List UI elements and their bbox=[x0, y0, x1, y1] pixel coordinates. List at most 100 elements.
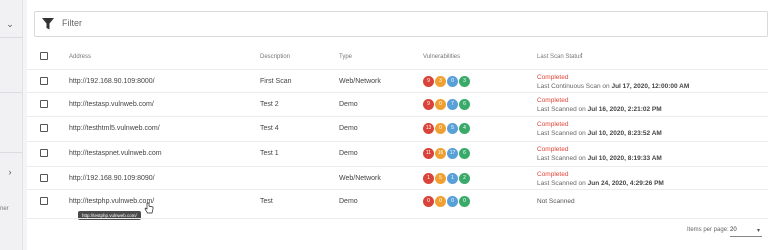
column-address[interactable]: Address bbox=[69, 54, 91, 60]
filter-bar[interactable]: Filter bbox=[34, 11, 768, 37]
table-row[interactable]: http://testhtml5.vulnweb.com/Test 4 Demo 1… bbox=[27, 116, 768, 139]
high-count-badge: 0 bbox=[435, 196, 446, 207]
last-scan-prefix: Last Continuous Scan on bbox=[537, 83, 610, 90]
row-description: Test 1 bbox=[260, 150, 279, 157]
table-row[interactable]: http://testaspnet.vulnweb.com Test 1 Demo 1… bbox=[27, 141, 768, 164]
sidebar-divider bbox=[0, 152, 23, 153]
critical-count-badge: 13 bbox=[423, 123, 434, 134]
last-scan-date: Jun 24, 2020, 4:29:26 PM bbox=[587, 180, 664, 187]
medium-count-badge: 5 bbox=[447, 123, 458, 134]
vulnerability-counts: 1512 bbox=[423, 173, 471, 184]
last-scan-prefix: Last Scanned on bbox=[537, 155, 586, 162]
status-text: Completed bbox=[537, 97, 569, 104]
last-scan-time: Last Scanned on Jul 10, 2020, 8:23:52 AM bbox=[537, 129, 662, 138]
low-count-badge: 0 bbox=[459, 196, 470, 207]
last-scan-time: Last Continuous Scan on Jul 17, 2020, 12… bbox=[537, 82, 689, 91]
column-type[interactable]: Type bbox=[339, 54, 352, 60]
table-header: Address Description Type Vulnerabilities… bbox=[27, 48, 768, 68]
last-scan-time: Last Scanned on Jul 10, 2020, 8:19:33 AM bbox=[537, 154, 662, 163]
critical-count-badge: 9 bbox=[423, 76, 434, 87]
row-type: Demo bbox=[339, 150, 358, 157]
medium-count-badge: 17 bbox=[447, 148, 458, 159]
row-description: Test bbox=[260, 198, 273, 205]
medium-count-badge: 1 bbox=[447, 173, 458, 184]
last-scan-prefix: Last Scanned on bbox=[537, 180, 586, 187]
sort-ascending-icon[interactable]: ↑ bbox=[580, 52, 584, 59]
medium-count-badge: 7 bbox=[447, 99, 458, 110]
scan-status: Not Scanned bbox=[537, 193, 575, 205]
items-per-page-label: Items per page: bbox=[687, 227, 729, 233]
last-scan-date: Jul 10, 2020, 8:23:52 AM bbox=[587, 130, 662, 137]
critical-count-badge: 9 bbox=[423, 99, 434, 110]
row-checkbox[interactable] bbox=[40, 149, 48, 157]
chevron-right-icon[interactable]: › bbox=[3, 165, 17, 179]
row-address[interactable]: http://testasp.vulnweb.com/ bbox=[69, 101, 154, 108]
select-all-checkbox[interactable] bbox=[40, 52, 48, 60]
filter-label: Filter bbox=[62, 18, 82, 28]
row-address[interactable]: http://192.168.90.109:8000/ bbox=[69, 78, 155, 85]
table-row[interactable]: http://testasp.vulnweb.com/Test 2 Demo 9 0 7… bbox=[27, 92, 768, 115]
row-description: Test 4 bbox=[260, 125, 279, 132]
low-count-badge: 6 bbox=[459, 99, 470, 110]
critical-count-badge: 11 bbox=[423, 148, 434, 159]
items-per-page-value: 20 bbox=[730, 227, 737, 233]
status-text: Not Scanned bbox=[537, 198, 575, 205]
medium-count-badge: 0 bbox=[447, 196, 458, 207]
last-scan-date: Jul 10, 2020, 8:19:33 AM bbox=[587, 155, 662, 162]
hand-cursor-icon bbox=[144, 202, 154, 214]
table-footer: Items per page: 20 ▾ bbox=[27, 218, 768, 250]
row-address[interactable]: http://testphp.vulnweb.com/ bbox=[69, 198, 154, 205]
vulnerability-counts: 9303 bbox=[423, 76, 471, 87]
column-vulnerabilities[interactable]: Vulnerabilities bbox=[423, 54, 460, 60]
table-row[interactable]: http://192.168.90.109:8000/First Scan Web… bbox=[27, 69, 768, 92]
row-address[interactable]: http://testhtml5.vulnweb.com/ bbox=[69, 125, 160, 132]
row-checkbox[interactable] bbox=[40, 124, 48, 132]
vulnerability-counts: 0000 bbox=[423, 196, 471, 207]
row-checkbox[interactable] bbox=[40, 174, 48, 182]
items-per-page-select[interactable]: 20 ▾ bbox=[730, 223, 762, 237]
table-row[interactable]: http://192.168.90.109:8090/Web/Network 1 5… bbox=[27, 166, 768, 189]
row-type: Demo bbox=[339, 198, 358, 205]
last-scan-time: Last Scanned on Jul 16, 2020, 2:21:02 PM bbox=[537, 105, 662, 114]
row-type: Web/Network bbox=[339, 78, 381, 85]
vulnerability-counts: 9076 bbox=[423, 99, 471, 110]
scan-status: Completed Last Scanned on Jun 24, 2020, 4… bbox=[537, 170, 664, 188]
critical-count-badge: 1 bbox=[423, 173, 434, 184]
caret-down-icon: ▾ bbox=[756, 228, 760, 234]
filter-icon bbox=[42, 18, 54, 30]
status-text: Completed bbox=[537, 121, 569, 128]
row-type: Demo bbox=[339, 125, 358, 132]
column-description[interactable]: Description bbox=[260, 54, 290, 60]
row-description: First Scan bbox=[260, 78, 292, 85]
high-count-badge: 3 bbox=[435, 76, 446, 87]
low-count-badge: 6 bbox=[459, 148, 470, 159]
sidebar-partial-label: ner bbox=[0, 206, 9, 212]
last-scan-date: Jul 16, 2020, 2:21:02 PM bbox=[587, 106, 662, 113]
row-checkbox[interactable] bbox=[40, 197, 48, 205]
last-scan-time: Last Scanned on Jun 24, 2020, 4:29:26 PM bbox=[537, 179, 664, 188]
column-last-scan-status[interactable]: Last Scan Status bbox=[537, 54, 582, 60]
row-checkbox[interactable] bbox=[40, 100, 48, 108]
chevron-down-icon[interactable]: ⌄ bbox=[3, 17, 17, 31]
low-count-badge: 2 bbox=[459, 173, 470, 184]
row-type: Demo bbox=[339, 101, 358, 108]
high-count-badge: 0 bbox=[435, 123, 446, 134]
status-text: Completed bbox=[537, 171, 569, 178]
sidebar-divider bbox=[0, 37, 23, 38]
high-count-badge: 5 bbox=[435, 173, 446, 184]
scan-status: Completed Last Scanned on Jul 16, 2020, 2… bbox=[537, 96, 662, 114]
scan-status: Completed Last Continuous Scan on Jul 17,… bbox=[537, 73, 689, 91]
medium-count-badge: 0 bbox=[447, 76, 458, 87]
row-description: Test 2 bbox=[260, 101, 279, 108]
high-count-badge: 0 bbox=[435, 99, 446, 110]
row-address[interactable]: http://192.168.90.109:8090/ bbox=[69, 175, 155, 182]
high-count-badge: 16 bbox=[435, 148, 446, 159]
row-checkbox[interactable] bbox=[40, 77, 48, 85]
vulnerability-counts: 13 0 5 4 bbox=[423, 123, 471, 134]
low-count-badge: 4 bbox=[459, 123, 470, 134]
table-row[interactable]: http://testphp.vulnweb.com/Test Demo 0 0 0 0 N… bbox=[27, 189, 768, 212]
last-scan-date: Jul 17, 2020, 12:00:00 AM bbox=[611, 83, 690, 90]
low-count-badge: 3 bbox=[459, 76, 470, 87]
targets-panel: Filter Address Description Type Vulnerab… bbox=[27, 0, 768, 250]
row-address[interactable]: http://testaspnet.vulnweb.com bbox=[69, 150, 162, 157]
